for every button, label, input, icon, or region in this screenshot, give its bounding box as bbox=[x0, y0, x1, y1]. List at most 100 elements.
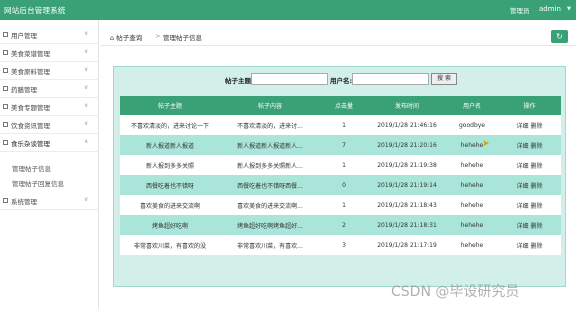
breadcrumb-home[interactable]: ⌂ 帖子查询 bbox=[110, 32, 142, 42]
cell-time: 2019/1/28 21:17:19 bbox=[377, 241, 437, 249]
table-header: 帖子主题 帖子内容 点击量 发布时间 用户名 操作 bbox=[120, 96, 561, 115]
menu-square-icon bbox=[3, 198, 8, 203]
delete-link[interactable]: 删除 bbox=[531, 241, 543, 250]
cell-time: 2019/1/28 21:46:16 bbox=[377, 121, 437, 129]
chevron-down-icon[interactable]: ▼ bbox=[567, 6, 571, 12]
cell-user: hehehe bbox=[460, 161, 484, 169]
breadcrumb-separator: > bbox=[155, 32, 161, 40]
delete-link[interactable]: 删除 bbox=[531, 141, 543, 150]
delete-link[interactable]: 删除 bbox=[531, 181, 543, 190]
table-row: 新人报到多多关照 新人报到多多关照新人... 1 2019/1/28 21:19… bbox=[120, 155, 561, 175]
table-row: 非常喜欢川菜，有喜欢的没 非常喜欢川菜，有喜欢... 3 2019/1/28 2… bbox=[120, 235, 561, 255]
sidebar: 用户管理 ∨ 美食菜谱管理 ∨ 美食原料管理 ∨ 药膳管理 ∨ 美食专题管理 ∨… bbox=[0, 20, 99, 309]
sidebar-item-medicinal[interactable]: 药膳管理 ∨ bbox=[0, 80, 99, 98]
username-label: 用户名: bbox=[330, 77, 353, 85]
username-search-input[interactable] bbox=[352, 73, 429, 85]
cell-clicks: 1 bbox=[342, 121, 346, 129]
cell-content: 西餐吃着也不错呀西餐... bbox=[237, 182, 303, 190]
detail-link[interactable]: 详细 bbox=[516, 161, 528, 170]
cell-subject: 非常喜欢川菜，有喜欢的没 bbox=[133, 242, 206, 250]
sidebar-item-system[interactable]: 系统管理 ∨ bbox=[0, 192, 99, 210]
cell-actions: 详细 删除 bbox=[498, 155, 561, 175]
delete-link[interactable]: 删除 bbox=[531, 161, 543, 170]
cell-time: 2019/1/28 21:19:38 bbox=[377, 161, 437, 169]
menu-square-icon bbox=[3, 50, 8, 55]
search-button[interactable]: 搜 索 bbox=[431, 73, 457, 85]
cell-user: goodbye bbox=[458, 121, 485, 129]
cell-actions: 详细 删除 bbox=[498, 195, 561, 215]
cell-content: 烤鱼超好吃啊烤鱼超好... bbox=[237, 222, 303, 230]
sidebar-item-label: 系统管理 bbox=[11, 198, 37, 206]
sidebar-item-recipes[interactable]: 美食菜谱管理 ∨ bbox=[0, 44, 99, 62]
chevron-down-icon: ∨ bbox=[84, 84, 89, 91]
column-header: 发布时间 bbox=[394, 103, 419, 110]
subject-search-input[interactable] bbox=[251, 73, 328, 85]
sidebar-subitem-manage-posts[interactable]: 管理帖子信息 bbox=[12, 163, 51, 173]
sidebar-subitem-manage-replies[interactable]: 管理帖子回复信息 bbox=[12, 178, 64, 188]
cell-subject: 西餐吃着也不错呀 bbox=[145, 182, 194, 190]
chevron-up-icon: ∧ bbox=[84, 138, 89, 145]
refresh-button[interactable]: ↻ bbox=[551, 30, 568, 43]
detail-link[interactable]: 详细 bbox=[516, 181, 528, 190]
main-content: ⌂ 帖子查询 > 管理帖子信息 ↻ 帖子主题: 用户名: 搜 索 帖子主题 帖子… bbox=[100, 20, 576, 309]
cell-content: 新人报道新人报道新人... bbox=[237, 142, 303, 150]
cell-actions: 详细 删除 bbox=[498, 235, 561, 255]
sidebar-item-ingredients[interactable]: 美食原料管理 ∨ bbox=[0, 62, 99, 80]
delete-link[interactable]: 删除 bbox=[531, 121, 543, 130]
table-row: 烤鱼超好吃啊 烤鱼超好吃啊烤鱼超好... 2 2019/1/28 21:18:3… bbox=[120, 215, 561, 235]
cell-subject: 新人报到多多关照 bbox=[145, 162, 194, 170]
sidebar-item-label: 药膳管理 bbox=[11, 86, 37, 94]
cell-time: 2019/1/28 21:19:14 bbox=[377, 181, 437, 189]
chevron-down-icon: ∨ bbox=[84, 66, 89, 73]
breadcrumb-current: 管理帖子信息 bbox=[163, 34, 202, 42]
cell-clicks: 0 bbox=[342, 181, 346, 189]
menu-square-icon bbox=[3, 86, 8, 91]
sidebar-item-label: 美食原料管理 bbox=[11, 68, 50, 76]
cell-user: hehehe bbox=[460, 141, 484, 149]
cell-time: 2019/1/28 21:20:16 bbox=[377, 141, 437, 149]
cell-content: 喜欢美食的进来交流啊... bbox=[237, 202, 303, 210]
cell-content: 非常喜欢川菜，有喜欢... bbox=[237, 242, 303, 250]
detail-link[interactable]: 详细 bbox=[516, 241, 528, 250]
breadcrumb: ⌂ 帖子查询 > 管理帖子信息 bbox=[100, 28, 576, 46]
cell-subject: 不喜欢清淡的，进来讨论一下 bbox=[130, 122, 209, 130]
cell-clicks: 2 bbox=[342, 221, 346, 229]
cell-content: 新人报到多多关照新人... bbox=[237, 162, 303, 170]
table-row: 喜欢美食的进来交流啊 喜欢美食的进来交流啊... 1 2019/1/28 21:… bbox=[120, 195, 561, 215]
table-row: 新人报道新人报道 新人报道新人报道新人... 7 2019/1/28 21:20… bbox=[120, 135, 561, 155]
sidebar-item-forum[interactable]: 食乐杂谈管理 ∧ bbox=[0, 134, 99, 152]
detail-link[interactable]: 详细 bbox=[516, 121, 528, 130]
sidebar-item-topics[interactable]: 美食专题管理 ∨ bbox=[0, 98, 99, 116]
sidebar-item-label: 饮食资讯管理 bbox=[11, 122, 50, 130]
detail-link[interactable]: 详细 bbox=[516, 221, 528, 230]
detail-link[interactable]: 详细 bbox=[516, 141, 528, 150]
delete-link[interactable]: 删除 bbox=[531, 221, 543, 230]
cell-actions: 详细 删除 bbox=[498, 115, 561, 135]
cell-actions: 详细 删除 bbox=[498, 215, 561, 235]
sidebar-item-news[interactable]: 饮食资讯管理 ∨ bbox=[0, 116, 99, 134]
sidebar-item-label: 美食专题管理 bbox=[11, 104, 50, 112]
chevron-down-icon: ∨ bbox=[84, 120, 89, 127]
subject-label: 帖子主题: bbox=[225, 77, 254, 85]
sidebar-item-users[interactable]: 用户管理 ∨ bbox=[0, 26, 99, 44]
menu-square-icon bbox=[3, 32, 8, 37]
top-bar: 网站后台管理系统 管理员 admin ▼ bbox=[0, 0, 576, 20]
chevron-down-icon: ∨ bbox=[84, 196, 89, 203]
detail-link[interactable]: 详细 bbox=[516, 201, 528, 210]
chevron-down-icon: ∨ bbox=[84, 48, 89, 55]
content-panel: 帖子主题: 用户名: 搜 索 帖子主题 帖子内容 点击量 发布时间 用户名 操作… bbox=[113, 66, 566, 287]
cell-content: 不喜欢清淡的，进来讨... bbox=[237, 122, 303, 130]
sidebar-item-label: 食乐杂谈管理 bbox=[11, 140, 50, 148]
cell-actions: 详细 删除 bbox=[498, 135, 561, 155]
cell-clicks: 1 bbox=[342, 201, 346, 209]
cell-actions: 详细 删除 bbox=[498, 175, 561, 195]
user-menu[interactable]: admin bbox=[539, 5, 561, 13]
cell-subject: 烤鱼超好吃啊 bbox=[151, 222, 188, 230]
table-row: 西餐吃着也不错呀 西餐吃着也不错呀西餐... 0 2019/1/28 21:19… bbox=[120, 175, 561, 195]
delete-link[interactable]: 删除 bbox=[531, 201, 543, 210]
cell-subject: 喜欢美食的进来交流啊 bbox=[139, 202, 200, 210]
cell-time: 2019/1/28 21:18:43 bbox=[377, 201, 437, 209]
cell-user: hehehe bbox=[460, 201, 484, 209]
chevron-down-icon: ∨ bbox=[84, 30, 89, 37]
cell-clicks: 3 bbox=[342, 241, 346, 249]
